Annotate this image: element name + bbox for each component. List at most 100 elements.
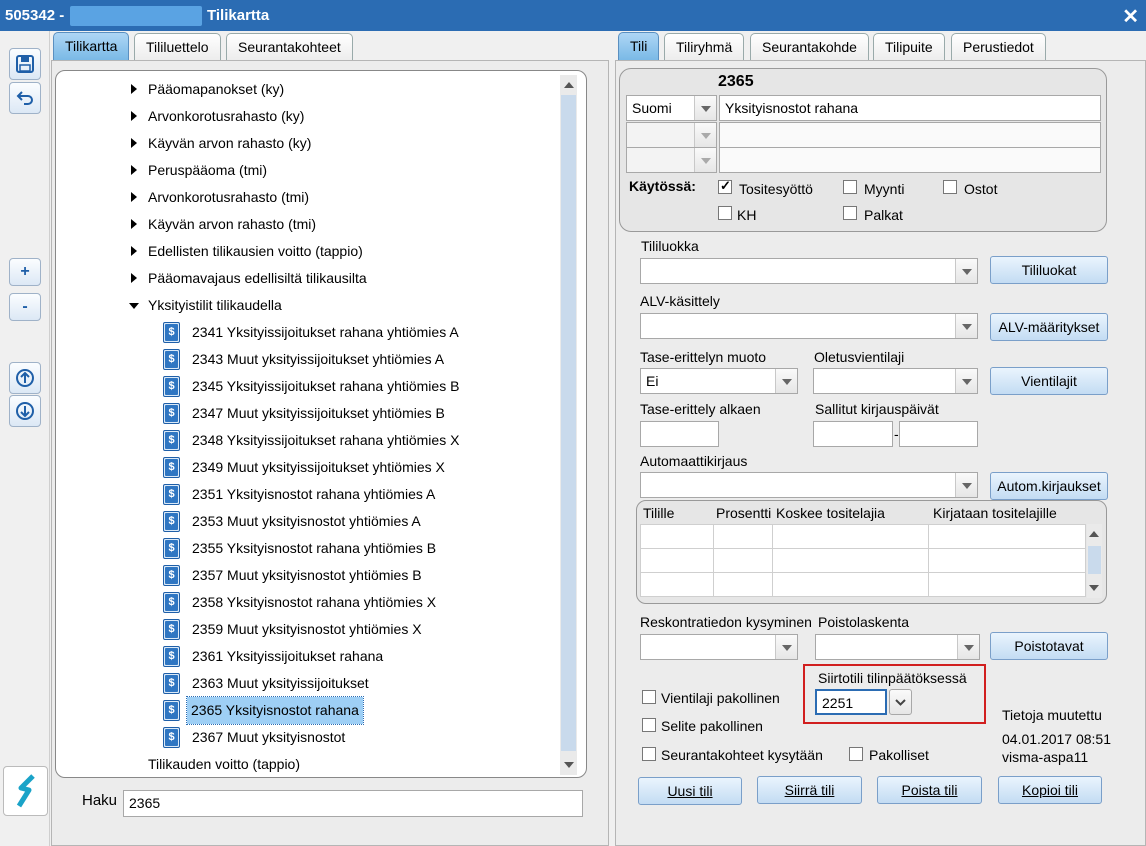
- tase-alkaen-label: Tase-erittely alkaen: [640, 401, 761, 417]
- close-icon[interactable]: ✕: [1122, 4, 1139, 29]
- alv-select[interactable]: [640, 313, 978, 339]
- language-select[interactable]: Suomi: [626, 95, 717, 121]
- tree-account-label: 2348 Yksityissijoitukset rahana yhtiömie…: [192, 432, 460, 448]
- automaatti-label: Automaattikirjaus: [640, 453, 748, 469]
- tab-tilikartta[interactable]: Tilikartta: [53, 32, 130, 60]
- chevron-down-icon: [775, 369, 797, 393]
- vientilaji-pakollinen-checkbox[interactable]: [642, 690, 656, 704]
- tree-group-label: Peruspääoma (tmi): [148, 162, 268, 178]
- sallitut-from-input[interactable]: [813, 421, 893, 447]
- auto-posting-grid[interactable]: [640, 524, 1086, 597]
- autom-kirjaukset-button[interactable]: Autom.kirjaukset: [990, 472, 1108, 500]
- tree-account-label: 2343 Muut yksityissijoitukset yhtiömies …: [192, 351, 445, 367]
- tab-tilipuite[interactable]: Tilipuite: [873, 33, 945, 61]
- vientilaji-pakollinen-label: Vientilaji pakollinen: [661, 690, 780, 706]
- kh-checkbox[interactable]: [718, 206, 732, 220]
- tree-scrollbar[interactable]: [560, 75, 577, 775]
- selite-pakollinen-checkbox[interactable]: [642, 718, 656, 732]
- siirra-tili-button[interactable]: Siirrä tili: [757, 776, 862, 804]
- palkat-label: Palkat: [864, 207, 903, 223]
- caret-right-icon[interactable]: [131, 273, 137, 283]
- seurantakohteet-kysytaan-checkbox[interactable]: [642, 747, 656, 761]
- scroll-down-icon: [1089, 585, 1099, 591]
- date-range-dash: -: [894, 426, 899, 442]
- tab-seurantakohde[interactable]: Seurantakohde: [750, 33, 869, 61]
- collapse-button[interactable]: -: [9, 293, 41, 321]
- automaatti-select[interactable]: [640, 472, 978, 498]
- move-up-button[interactable]: [9, 362, 41, 394]
- tase-alkaen-input[interactable]: [640, 421, 719, 447]
- tab-tiliryhma[interactable]: Tiliryhmä: [664, 33, 745, 61]
- pakolliset-checkbox[interactable]: [849, 747, 863, 761]
- caret-right-icon[interactable]: [131, 84, 137, 94]
- language-select-3[interactable]: [626, 147, 717, 173]
- oletusvientilaji-select[interactable]: [813, 368, 978, 394]
- save-icon: [16, 55, 34, 73]
- search-input[interactable]: 2365: [123, 790, 583, 817]
- caret-right-icon[interactable]: [131, 246, 137, 256]
- alv-maaritykset-button[interactable]: ALV-määritykset: [990, 313, 1108, 341]
- ostot-label: Ostot: [964, 181, 998, 197]
- tree-account-label: 2345 Yksityissijoitukset rahana yhtiömie…: [192, 378, 460, 394]
- tab-tili[interactable]: Tili: [618, 32, 660, 60]
- poista-tili-button[interactable]: Poista tili: [877, 776, 982, 804]
- caret-down-icon[interactable]: [129, 303, 139, 309]
- account-number: 2365: [718, 73, 754, 90]
- kopioi-tili-button[interactable]: Kopioi tili: [998, 776, 1102, 804]
- siirtotili-input[interactable]: 2251: [815, 689, 887, 715]
- logo-icon: [16, 774, 35, 808]
- col-kirjataan: Kirjataan tositelajille: [933, 505, 1057, 521]
- account-doc-icon: [163, 322, 180, 343]
- palkat-checkbox[interactable]: [843, 206, 857, 220]
- sallitut-to-input[interactable]: [899, 421, 978, 447]
- language-select-2[interactable]: [626, 122, 717, 148]
- tab-perustiedot[interactable]: Perustiedot: [951, 33, 1046, 61]
- tase-muoto-select[interactable]: Ei: [640, 368, 798, 394]
- modified-user: visma-aspa11: [1002, 749, 1089, 765]
- account-doc-icon: [163, 592, 180, 613]
- table-row: [640, 572, 1086, 597]
- tositesyotto-checkbox[interactable]: [718, 178, 732, 194]
- account-name-input[interactable]: Yksityisnostot rahana: [719, 95, 1101, 121]
- caret-right-icon[interactable]: [131, 192, 137, 202]
- caret-right-icon[interactable]: [131, 138, 137, 148]
- scroll-thumb[interactable]: [561, 95, 576, 751]
- poistotavat-button[interactable]: Poistotavat: [990, 632, 1108, 660]
- siirtotili-label: Siirtotili tilinpäätöksessä: [818, 670, 967, 686]
- ostot-checkbox[interactable]: [943, 180, 957, 194]
- tree-group-label: Pääomapanokset (ky): [148, 81, 285, 97]
- uusi-tili-button[interactable]: Uusi tili: [638, 777, 742, 805]
- poisto-select[interactable]: [815, 634, 980, 660]
- caret-right-icon[interactable]: [131, 219, 137, 229]
- caret-right-icon[interactable]: [131, 111, 137, 121]
- vientilajit-button[interactable]: Vientilajit: [990, 367, 1108, 395]
- account-name-input-3[interactable]: [719, 147, 1101, 173]
- account-name-input-2[interactable]: [719, 122, 1101, 148]
- undo-button[interactable]: [9, 82, 41, 114]
- siirtotili-dropdown-button[interactable]: [889, 689, 912, 715]
- move-down-button[interactable]: [9, 395, 41, 427]
- reskontra-select[interactable]: [640, 634, 798, 660]
- tililuokka-label: Tililuokka: [641, 238, 699, 254]
- scroll-up-icon: [564, 82, 574, 88]
- myynti-checkbox[interactable]: [843, 180, 857, 194]
- modified-date: 04.01.2017 08:51: [1002, 731, 1111, 747]
- expand-button[interactable]: +: [9, 258, 41, 286]
- tililuokka-select[interactable]: [640, 258, 978, 284]
- tililuokat-button[interactable]: Tililuokat: [990, 256, 1108, 284]
- app-logo[interactable]: [3, 766, 48, 816]
- account-tree[interactable]: Pääomapanokset (ky) Arvonkorotusrahasto (…: [55, 70, 587, 778]
- tree-account-label: 2358 Yksityisnostot rahana yhtiömies X: [192, 594, 437, 610]
- table-scrollbar[interactable]: [1087, 524, 1102, 598]
- save-button[interactable]: [9, 48, 41, 80]
- selite-pakollinen-label: Selite pakollinen: [661, 718, 763, 734]
- modified-label: Tietoja muutettu: [1002, 707, 1102, 723]
- tab-seurantakohteet[interactable]: Seurantakohteet: [226, 33, 353, 61]
- account-doc-icon: [163, 673, 180, 694]
- scroll-down-icon: [564, 762, 574, 768]
- caret-right-icon[interactable]: [131, 165, 137, 175]
- scroll-thumb[interactable]: [1088, 546, 1101, 574]
- sallitut-label: Sallitut kirjauspäivät: [815, 401, 939, 417]
- tab-tililuettelo[interactable]: Tililuettelo: [134, 33, 221, 61]
- tree-account-label: 2349 Muut yksityissijoitukset yhtiömies …: [192, 459, 445, 475]
